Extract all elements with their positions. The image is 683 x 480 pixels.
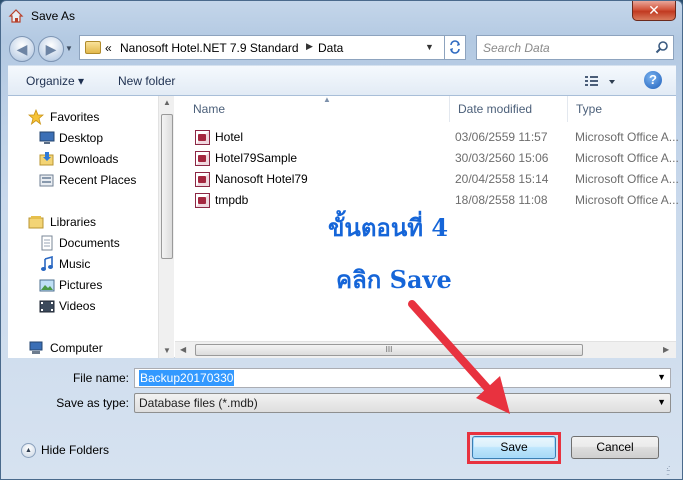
save-as-type-dropdown-icon[interactable]: ▼	[657, 397, 666, 407]
help-button[interactable]: ?	[644, 71, 662, 89]
sidebar-item-label: Documents	[59, 236, 120, 250]
file-date: 20/04/2558 15:14	[455, 172, 549, 186]
computer-icon	[29, 341, 43, 354]
column-header-date-modified[interactable]: Date modified	[450, 96, 568, 122]
breadcrumb-nanosoft[interactable]: Nanosoft Hotel.NET 7.9 Standard	[120, 41, 299, 55]
annotation-action-text: คลิก Save	[336, 265, 452, 294]
save-app-icon	[8, 9, 24, 23]
breadcrumb-separator-icon[interactable]: ▶	[306, 41, 313, 52]
new-folder-button[interactable]: New folder	[118, 74, 175, 88]
save-highlight-box	[467, 432, 561, 464]
sort-ascending-icon: ▲	[323, 95, 331, 104]
close-button[interactable]: ✕	[632, 1, 676, 21]
file-date: 30/03/2560 15:06	[455, 151, 549, 165]
pictures-icon	[39, 279, 55, 292]
music-icon	[41, 256, 53, 271]
file-name: tmpdb	[215, 193, 249, 207]
breadcrumb-data[interactable]: Data	[318, 41, 343, 55]
address-dropdown-icon[interactable]: ▼	[425, 42, 434, 52]
access-database-icon	[195, 130, 210, 145]
window-title: Save As	[31, 9, 76, 23]
scroll-left-icon[interactable]: ◀	[180, 345, 186, 354]
scroll-up-icon[interactable]: ▲	[163, 98, 171, 107]
recent-locations-dropdown-icon[interactable]: ▼	[65, 44, 73, 53]
table-row[interactable]: Hotel 03/06/2559 11:57 Microsoft Office …	[195, 128, 679, 148]
table-row[interactable]: Nanosoft Hotel79 20/04/2558 15:14 Micros…	[195, 170, 679, 190]
column-header-label: Type	[576, 102, 603, 116]
file-name-field[interactable]: Backup20170330 ▼	[134, 368, 671, 388]
downloads-icon	[39, 152, 54, 166]
annotation-step-text: ขั้นตอนที่ 4	[328, 213, 449, 242]
videos-icon	[39, 300, 55, 313]
libraries-icon	[28, 216, 44, 229]
table-row[interactable]: Hotel79Sample 30/03/2560 15:06 Microsoft…	[195, 149, 679, 169]
resize-grip-icon[interactable]: ·:::	[666, 464, 678, 478]
scroll-thumb[interactable]	[161, 114, 173, 259]
file-name: Hotel79Sample	[215, 151, 298, 165]
refresh-button[interactable]	[444, 35, 466, 60]
column-header-type[interactable]: Type	[568, 96, 676, 122]
sidebar-item-label: Desktop	[59, 131, 104, 145]
address-overflow[interactable]: «	[105, 41, 112, 55]
navigation-pane: Favorites Desktop Downloads Recent Place…	[8, 96, 174, 358]
file-name-label: File name:	[72, 371, 129, 385]
sidebar-item-label: Videos	[59, 299, 96, 313]
command-toolbar: Organize ▾ New folder ?	[8, 65, 676, 96]
horizontal-scrollbar[interactable]: ◀ III ▶	[175, 341, 676, 358]
sidebar-item-label: Music	[59, 257, 91, 271]
title-bar[interactable]: Save As ✕	[1, 1, 682, 31]
back-button[interactable]: ◀	[9, 36, 35, 62]
address-bar[interactable]: « Nanosoft Hotel.NET 7.9 Standard ▶ Data…	[79, 35, 464, 60]
save-as-type-value: Database files (*.mdb)	[139, 396, 258, 410]
sidebar-item-label: Downloads	[59, 152, 119, 166]
sidebar-item-label: Favorites	[50, 110, 100, 124]
documents-icon	[41, 235, 53, 251]
sidebar-item-label: Libraries	[50, 215, 97, 229]
column-header-label: Date modified	[458, 102, 533, 116]
folder-icon	[85, 41, 101, 54]
access-database-icon	[195, 172, 210, 187]
save-as-type-select[interactable]: Database files (*.mdb) ▼	[134, 393, 671, 413]
scroll-down-icon[interactable]: ▼	[163, 346, 171, 355]
collapse-up-icon: ▲	[21, 443, 36, 458]
file-date: 18/08/2558 11:08	[455, 193, 548, 207]
star-icon	[28, 109, 44, 125]
sidebar-item-label: Pictures	[59, 278, 103, 292]
scroll-right-icon[interactable]: ▶	[663, 345, 669, 354]
search-icon[interactable]	[655, 40, 669, 54]
file-type: Microsoft Office A...	[575, 193, 679, 207]
navigation-scrollbar[interactable]: ▲ ▼	[158, 96, 174, 358]
file-date: 03/06/2559 11:57	[455, 130, 548, 144]
search-box[interactable]: Search Data	[476, 35, 674, 60]
file-type: Microsoft Office A...	[575, 151, 679, 165]
file-type: Microsoft Office A...	[575, 130, 679, 144]
file-name-input[interactable]: Backup20170330	[139, 370, 235, 386]
hide-folders-label: Hide Folders	[41, 443, 110, 457]
file-name: Hotel	[215, 130, 244, 144]
scroll-thumb[interactable]: III	[195, 344, 583, 356]
navigation-bar: ◀ ▶ ▼ « Nanosoft Hotel.NET 7.9 Standard …	[1, 33, 682, 63]
forward-button[interactable]: ▶	[38, 36, 64, 62]
file-name-dropdown-icon[interactable]: ▼	[657, 372, 666, 382]
access-database-icon	[195, 151, 210, 166]
recent-places-icon	[39, 174, 54, 187]
cancel-button[interactable]: Cancel	[571, 436, 659, 459]
refresh-icon	[450, 40, 460, 54]
sidebar-item-label: Recent Places	[59, 173, 137, 187]
access-database-icon	[195, 193, 210, 208]
search-input[interactable]: Search Data	[483, 41, 550, 55]
desktop-icon	[39, 131, 55, 144]
organize-button[interactable]: Organize ▾	[26, 74, 84, 88]
change-view-icon[interactable]	[583, 72, 621, 90]
column-header-label: Name	[193, 102, 226, 116]
save-as-type-label: Save as type:	[56, 396, 129, 410]
column-header-name[interactable]: ▲ Name	[185, 95, 450, 122]
file-name: Nanosoft Hotel79	[215, 172, 308, 186]
file-type: Microsoft Office A...	[575, 172, 679, 186]
sidebar-item-label: Computer	[50, 341, 103, 355]
